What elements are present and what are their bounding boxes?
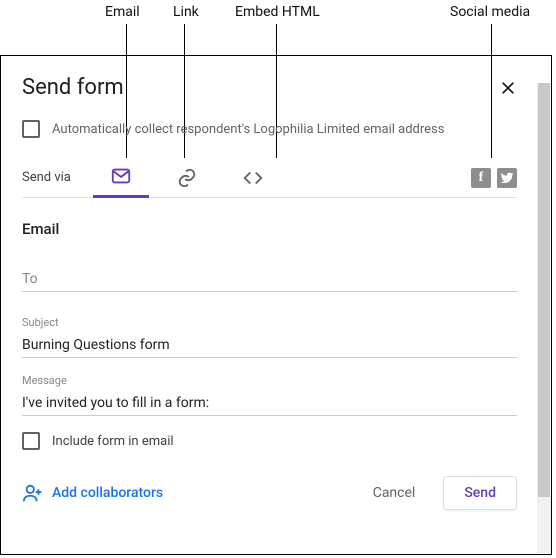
message-label: Message [22,374,517,387]
to-label: To [22,271,38,287]
send-via-label: Send via [22,170,71,185]
dialog-title: Send form [22,75,124,100]
send-via-tabs: Send via f [22,158,517,198]
annotation-link: Link [173,4,199,20]
link-icon [176,167,198,189]
include-form-label: Include form in email [52,434,174,449]
message-input[interactable]: I've invited you to fill in a form: [22,389,517,416]
scrollbar[interactable] [537,83,551,553]
annotation-row: Email Link Embed HTML Social media [0,0,556,55]
cancel-button[interactable]: Cancel [353,477,436,509]
facebook-icon[interactable]: f [471,168,491,188]
email-section-title: Email [22,220,517,238]
add-collaborators-button[interactable]: Add collaborators [22,482,163,504]
email-icon [110,165,132,187]
subject-label: Subject [22,316,517,329]
embed-icon [242,167,264,189]
annotation-embed: Embed HTML [235,4,320,20]
include-form-checkbox[interactable] [22,432,40,450]
annotation-email: Email [105,4,140,20]
scrollbar-thumb[interactable] [538,83,550,497]
collect-email-checkbox[interactable] [22,120,40,138]
tab-email[interactable] [93,158,149,198]
collect-email-label: Automatically collect respondent's Logop… [52,122,444,137]
annotation-social: Social media [450,4,530,20]
tab-link[interactable] [159,158,215,198]
close-icon[interactable] [499,79,517,97]
add-collaborators-label: Add collaborators [52,485,163,501]
send-button[interactable]: Send [443,476,517,510]
subject-input[interactable]: Burning Questions form [22,331,517,358]
to-field[interactable]: To [22,262,517,292]
add-person-icon [22,482,44,504]
send-form-dialog: Send form Automatically collect responde… [0,55,552,555]
twitter-icon[interactable] [497,168,517,188]
tab-embed[interactable] [225,158,281,198]
